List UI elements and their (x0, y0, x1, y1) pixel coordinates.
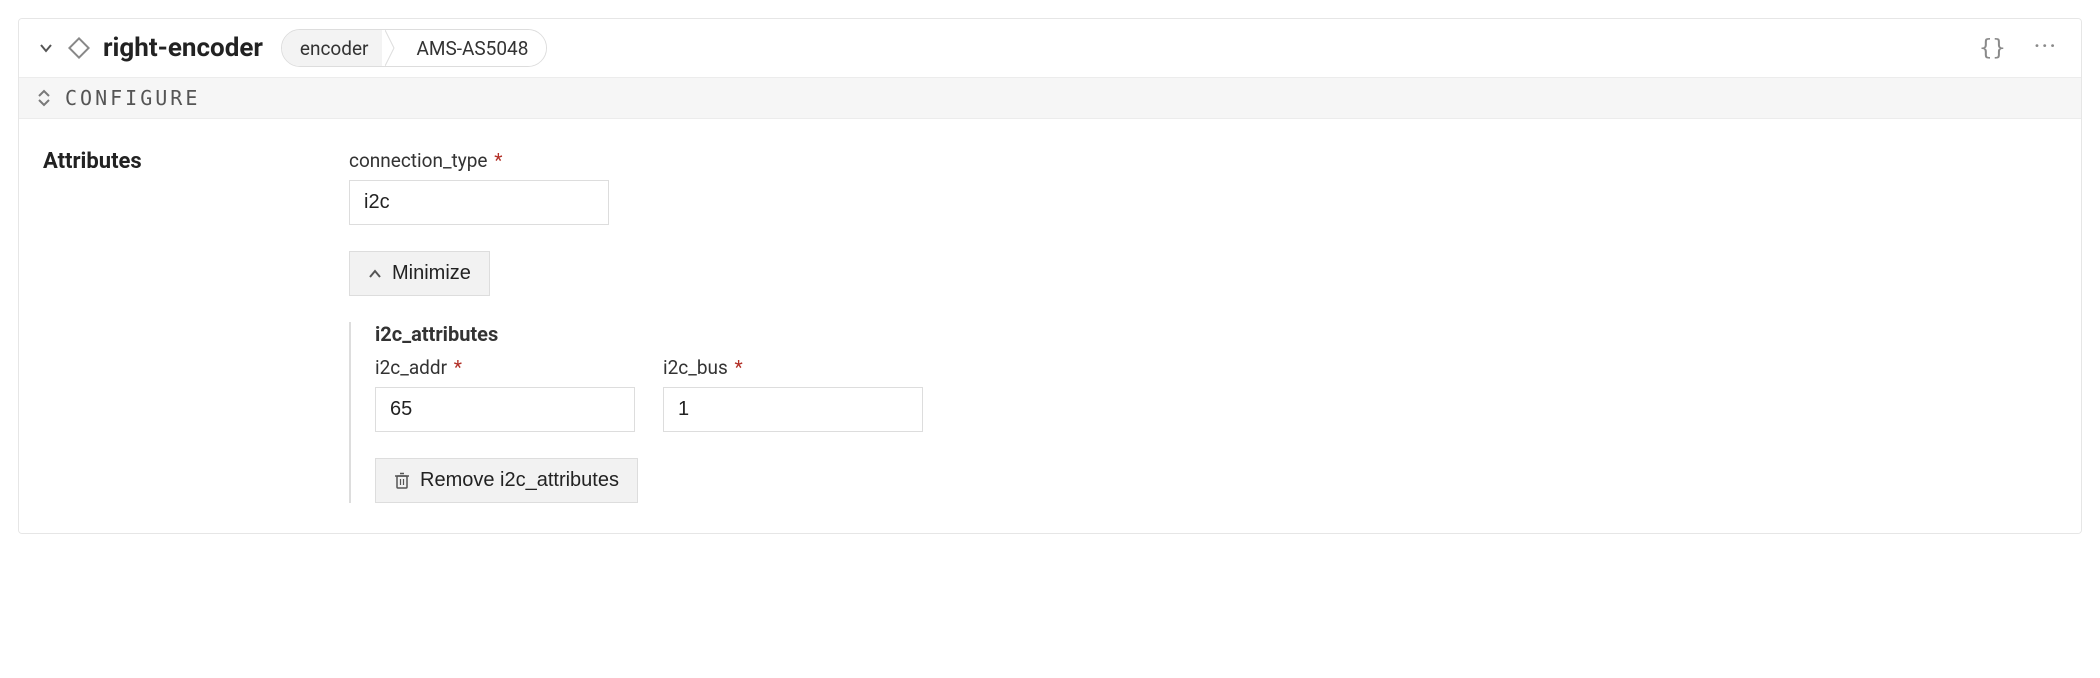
configure-body: Attributes connection_type * Minimize i2… (19, 119, 2081, 533)
attributes-form: connection_type * Minimize i2c_attribute… (349, 149, 2057, 503)
minimize-button[interactable]: Minimize (349, 251, 490, 296)
i2c-addr-label-text: i2c_addr (375, 356, 447, 379)
attributes-heading: Attributes (43, 149, 293, 174)
breadcrumb: encoder AMS-AS5048 (281, 29, 547, 67)
json-toggle-icon[interactable]: {} (1969, 36, 2016, 61)
i2c-attributes-section: i2c_attributes i2c_addr * i2c_bus * (349, 322, 2057, 503)
i2c-fields-row: i2c_addr * i2c_bus * (375, 356, 2057, 432)
i2c-bus-label-text: i2c_bus (663, 356, 728, 379)
i2c-attributes-title: i2c_attributes (375, 322, 2057, 346)
crumb-model[interactable]: AMS-AS5048 (398, 30, 546, 66)
configure-label: CONFIGURE (65, 86, 200, 110)
i2c-bus-input[interactable] (663, 387, 923, 432)
more-menu-icon[interactable]: ··· (2028, 40, 2063, 56)
connection-type-label-text: connection_type (349, 149, 487, 172)
field-i2c-bus: i2c_bus * (663, 356, 923, 432)
field-connection-type: connection_type * (349, 149, 2057, 225)
i2c-addr-label: i2c_addr * (375, 356, 635, 379)
required-asterisk: * (449, 356, 462, 379)
connection-type-input[interactable] (349, 180, 609, 225)
crumb-type[interactable]: encoder (282, 30, 383, 66)
left-column: Attributes (43, 149, 293, 503)
remove-i2c-attributes-button[interactable]: Remove i2c_attributes (375, 458, 638, 503)
field-i2c-addr: i2c_addr * (375, 356, 635, 432)
chevron-up-icon (368, 269, 382, 279)
configure-bar[interactable]: CONFIGURE (19, 77, 2081, 119)
card-header: right-encoder encoder AMS-AS5048 {} ··· (19, 19, 2081, 77)
minimize-label: Minimize (392, 262, 471, 285)
i2c-bus-label: i2c_bus * (663, 356, 923, 379)
required-asterisk: * (730, 356, 743, 379)
remove-i2c-attributes-label: Remove i2c_attributes (420, 469, 619, 492)
required-asterisk: * (489, 149, 502, 172)
collapse-section-icon (37, 89, 51, 107)
component-card: right-encoder encoder AMS-AS5048 {} ··· … (18, 18, 2082, 534)
crumb-separator-icon (382, 30, 398, 66)
component-title: right-encoder (103, 33, 263, 63)
collapse-chevron-icon[interactable] (37, 39, 55, 57)
connection-type-label: connection_type * (349, 149, 2057, 172)
trash-icon (394, 472, 410, 490)
i2c-addr-input[interactable] (375, 387, 635, 432)
component-type-icon (67, 36, 91, 60)
